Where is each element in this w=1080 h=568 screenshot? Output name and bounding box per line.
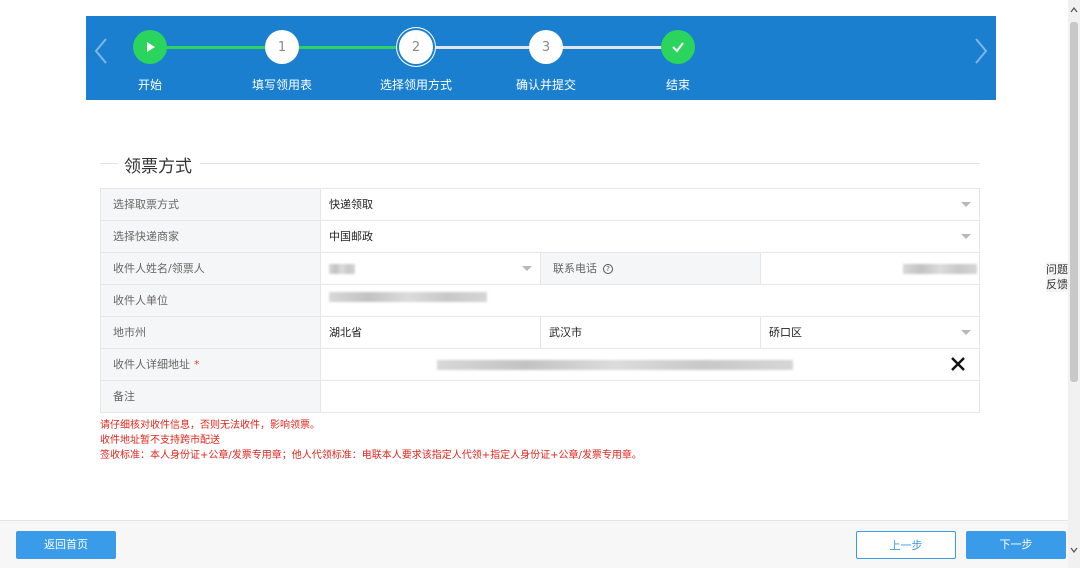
form-row-pickup-method: 选择取票方式 快递领取 xyxy=(101,189,980,221)
step-2-number: 2 xyxy=(411,39,421,55)
redacted-name xyxy=(329,264,355,274)
step-3-label: 确认并提交 xyxy=(515,78,576,92)
form-row-remark: 备注 xyxy=(101,381,980,413)
city-value: 武汉市 xyxy=(549,326,582,339)
section-divider xyxy=(100,163,118,164)
back-home-button[interactable]: 返回首页 xyxy=(16,531,116,559)
pickup-method-select[interactable]: 快递领取 xyxy=(321,189,980,220)
phone-label: 联系电话 xyxy=(553,262,597,275)
form-row-region: 地市州 湖北省 武汉市 硚口区 xyxy=(101,317,980,349)
help-icon[interactable]: ? xyxy=(603,264,613,274)
address-label: 收件人详细地址 * xyxy=(101,349,321,380)
notice-line: 请仔细核对收件信息，否则无法收件，影响领票。 xyxy=(100,420,320,431)
recipient-name-label: 收件人姓名/领票人 xyxy=(101,253,321,284)
courier-label: 选择快递商家 xyxy=(101,221,321,252)
scroll-up-icon[interactable] xyxy=(1070,6,1078,14)
step-3-number: 3 xyxy=(541,39,551,55)
required-mark: * xyxy=(194,358,200,371)
previous-step-button[interactable]: 上一步 xyxy=(856,531,956,559)
scroll-down-icon[interactable] xyxy=(1070,546,1078,554)
chevron-left-icon[interactable] xyxy=(92,36,110,66)
chevron-down-icon xyxy=(961,234,971,239)
pickup-form: 选择取票方式 快递领取 选择快递商家 中国邮政 收件人姓名/领票人 联系电话? … xyxy=(100,188,980,413)
form-row-recipient: 收件人姓名/领票人 联系电话? xyxy=(101,253,980,285)
step-start-label: 开始 xyxy=(137,78,162,92)
redacted-unit xyxy=(329,292,487,302)
form-row-address: 收件人详细地址 * xyxy=(101,349,980,381)
pickup-method-label: 选择取票方式 xyxy=(101,189,321,220)
clear-icon[interactable] xyxy=(949,355,967,373)
step-1-dot: 1 xyxy=(265,30,299,64)
footer-bar: 返回首页 上一步 下一步 xyxy=(0,520,1068,568)
province-select[interactable]: 湖北省 xyxy=(321,317,541,348)
recipient-unit-input[interactable] xyxy=(321,285,980,316)
remark-input[interactable] xyxy=(321,381,980,412)
phone-input[interactable] xyxy=(761,253,980,284)
province-value: 湖北省 xyxy=(329,326,362,339)
chevron-down-icon xyxy=(961,202,971,207)
section-title: 领票方式 xyxy=(124,157,192,177)
recipient-unit-label: 收件人单位 xyxy=(101,285,321,316)
district-select[interactable]: 硚口区 xyxy=(761,317,980,348)
progress-stepper: 1 2 3 开始 填写领用表 选择领用方式 确认并提交 结束 xyxy=(86,16,996,100)
courier-value: 中国邮政 xyxy=(329,230,373,243)
next-step-button[interactable]: 下一步 xyxy=(966,531,1066,559)
pickup-method-value: 快递领取 xyxy=(329,198,373,211)
city-select[interactable]: 武汉市 xyxy=(541,317,761,348)
remark-label: 备注 xyxy=(101,381,321,412)
chevron-down-icon xyxy=(961,330,971,335)
step-1-number: 1 xyxy=(277,39,287,55)
address-label-text: 收件人详细地址 xyxy=(113,358,190,371)
address-input[interactable] xyxy=(321,349,980,380)
recipient-name-select[interactable] xyxy=(321,253,541,284)
section-divider xyxy=(200,163,980,164)
check-icon xyxy=(672,42,684,53)
form-row-courier: 选择快递商家 中国邮政 xyxy=(101,221,980,253)
step-start-dot xyxy=(133,30,167,64)
step-3-dot: 3 xyxy=(529,30,563,64)
notice-line: 收件地址暂不支持跨市配送 xyxy=(100,435,220,446)
scrollbar-thumb[interactable] xyxy=(1070,22,1078,382)
district-value: 硚口区 xyxy=(769,326,802,339)
scrollbar[interactable] xyxy=(1068,0,1080,568)
play-icon xyxy=(147,42,155,52)
step-end-label: 结束 xyxy=(665,78,690,92)
step-end-dot xyxy=(661,30,695,64)
redacted-address xyxy=(437,360,793,370)
region-label: 地市州 xyxy=(101,317,321,348)
redacted-phone xyxy=(903,264,977,274)
step-2-dot: 2 xyxy=(399,30,433,64)
chevron-right-icon[interactable] xyxy=(972,36,990,66)
step-2-label: 选择领用方式 xyxy=(379,78,452,92)
notice-line: 签收标准：本人身份证+公章/发票专用章；他人代领标准：电联本人要求该指定人代领+… xyxy=(100,450,642,461)
courier-select[interactable]: 中国邮政 xyxy=(321,221,980,252)
step-1-label: 填写领用表 xyxy=(251,78,312,92)
phone-label-cell: 联系电话? xyxy=(541,253,761,284)
chevron-down-icon xyxy=(522,266,532,271)
notice-text: 请仔细核对收件信息，否则无法收件，影响领票。 收件地址暂不支持跨市配送 签收标准… xyxy=(100,418,642,463)
form-row-unit: 收件人单位 xyxy=(101,285,980,317)
